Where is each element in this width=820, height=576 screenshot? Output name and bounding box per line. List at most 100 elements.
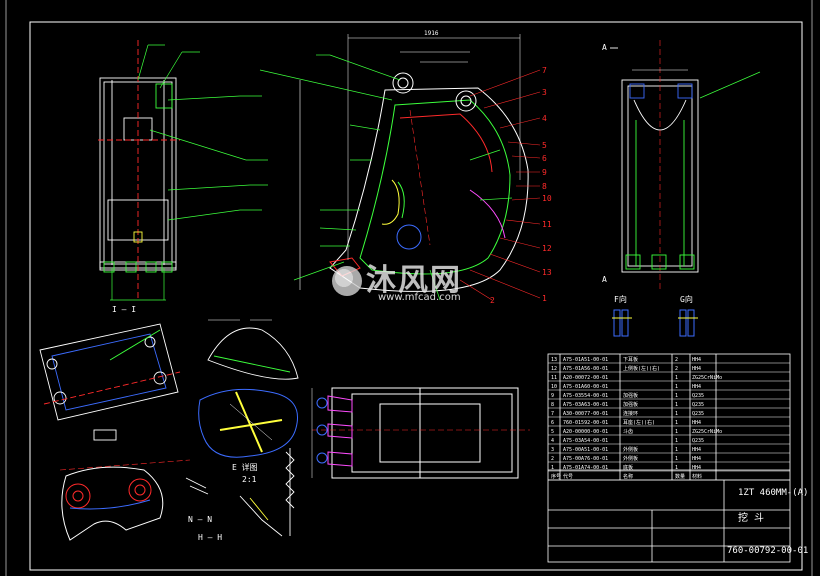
bom-cell-qty: 1 <box>675 384 678 390</box>
title-name: 1ZT 460MM-(A) <box>738 488 808 498</box>
bom-cell-no: 6 <box>551 420 554 426</box>
section-a-top: A <box>602 43 607 52</box>
bom-cell-name: 外侧板 <box>623 455 638 462</box>
detail-lip <box>207 319 299 380</box>
bom-cell-name: 外侧板 <box>623 446 638 453</box>
bom-cell-mat: Q235 <box>692 393 704 399</box>
plan-view <box>311 387 530 479</box>
bom-cell-no: 13 <box>551 357 557 363</box>
bom-cell-mat: HH4 <box>692 420 701 426</box>
bom-cell-qty: 1 <box>675 447 678 453</box>
balloon-7: 7 <box>542 66 547 75</box>
hinge-iso-view <box>39 323 181 441</box>
bom-cell-mat: HH4 <box>692 456 701 462</box>
end-view <box>610 40 761 290</box>
bom-cell-name: 上侧板(左)(右) <box>623 365 660 372</box>
bom-cell-no: 7 <box>551 411 554 417</box>
bom-cell-mat: ZG25CrNiMo <box>692 375 722 381</box>
bom-cell-code: A75-00A51-00-01 <box>563 447 608 453</box>
section-ii: I — I <box>112 305 136 314</box>
bom-cell-code: A75-03554-00-01 <box>563 393 608 399</box>
bom-cell-no: 10 <box>551 384 557 390</box>
bom-cell-code: A75-01A56-00-01 <box>563 366 608 372</box>
bom-cell-code: A75-01A74-00-01 <box>563 465 608 471</box>
bom-cell-qty: 1 <box>675 393 678 399</box>
front-view <box>98 40 180 300</box>
bom-cell-name: 加强板 <box>623 392 638 399</box>
title-product: 挖 斗 <box>738 511 764 524</box>
section-nn: N — N <box>188 515 212 524</box>
bom-cell-qty: 1 <box>675 429 678 435</box>
bom-cell-code: A75-03A63-00-01 <box>563 402 608 408</box>
bom-cell-code: A75-03A54-00-01 <box>563 438 608 444</box>
bom-cell-qty: 1 <box>675 456 678 462</box>
bom-cell-name: 连接环 <box>623 410 638 417</box>
side-view <box>299 34 529 292</box>
bom-cell-code: A30-00077-00-01 <box>563 411 608 417</box>
bom-header-code: 代号 <box>563 473 573 480</box>
balloon-4: 4 <box>542 114 547 123</box>
dim-overall: 1916 <box>424 30 439 37</box>
bom-cell-code: A20-00072-00-01 <box>563 375 608 381</box>
watermark-logo-icon <box>332 266 362 296</box>
bom-cell-mat: HH4 <box>692 384 701 390</box>
bom-header-qty: 数量 <box>675 473 685 480</box>
bom-cell-mat: HH4 <box>692 357 701 363</box>
balloon-13: 13 <box>542 268 552 277</box>
balloon-6: 6 <box>542 154 547 163</box>
bom-cell-no: 2 <box>551 456 554 462</box>
bom-cell-mat: HH4 <box>692 366 701 372</box>
bom-cell-qty: 2 <box>675 357 678 363</box>
bom-cell-name: 耳座(左)(右) <box>623 419 655 426</box>
bom-cell-mat: HH4 <box>692 447 701 453</box>
bom-cell-code: A75-00A76-00-01 <box>563 456 608 462</box>
section-hh: H — H <box>198 533 222 542</box>
bom-cell-no: 4 <box>551 438 554 444</box>
bom-cell-no: 12 <box>551 366 557 372</box>
view-f-g <box>612 309 698 337</box>
bom-cell-code: A75-01A60-00-01 <box>563 384 608 390</box>
bom-cell-qty: 1 <box>675 402 678 408</box>
detail-e-scale: 2:1 <box>242 475 257 484</box>
bom-header-name: 名称 <box>623 473 633 480</box>
balloon-5: 5 <box>542 141 547 150</box>
part-balloons: 73456981011121312 <box>490 66 552 305</box>
section-a-bottom: A <box>602 275 607 284</box>
bom-cell-no: 3 <box>551 447 554 453</box>
bom-cell-code: A75-01A51-00-01 <box>563 357 608 363</box>
detail-e-label: E 详图 <box>232 462 258 472</box>
bom-cell-mat: Q235 <box>692 411 704 417</box>
view-g-label: G向 <box>680 294 693 304</box>
balloon-1: 1 <box>542 294 547 303</box>
drawing-number: 760-00792-00-01 <box>727 546 808 556</box>
bom-cell-qty: 1 <box>675 420 678 426</box>
balloon-8: 8 <box>542 182 547 191</box>
bom-cell-no: 8 <box>551 402 554 408</box>
bom-cell-qty: 1 <box>675 375 678 381</box>
ear-plate-view <box>59 459 191 541</box>
bom-cell-code: A20-00000-00-01 <box>563 429 608 435</box>
balloon-11: 11 <box>542 220 552 229</box>
bom-cell-qty: 1 <box>675 411 678 417</box>
watermark-url: www.mfcad.com <box>378 292 461 303</box>
balloon-9: 9 <box>542 168 547 177</box>
bom-cell-mat: HH4 <box>692 465 701 471</box>
detail-e <box>198 388 298 458</box>
bom-header-mat: 材料 <box>692 473 702 480</box>
balloon-10: 10 <box>542 194 552 203</box>
bom-cell-name: 加强板 <box>623 401 638 408</box>
bom-cell-qty: 1 <box>675 438 678 444</box>
bom-cell-name: 斗齿 <box>623 429 633 435</box>
balloon-12: 12 <box>542 244 552 253</box>
bom-cell-qty: 2 <box>675 366 678 372</box>
bom-cell-mat: Q235 <box>692 438 704 444</box>
bom-cell-no: 1 <box>551 465 554 471</box>
view-f-label: F向 <box>614 294 627 304</box>
bom-cell-code: 760-01592-00-01 <box>563 420 608 426</box>
bom-cell-name: 下耳板 <box>623 356 638 363</box>
bom-cell-mat: Q235 <box>692 402 704 408</box>
bom-cell-no: 5 <box>551 429 554 435</box>
bom-cell-qty: 1 <box>675 465 678 471</box>
bom-table: 13 A75-01A51-00-01 下耳板 2 HH412 A75-01A56-00-0… <box>551 356 722 480</box>
balloon-2: 2 <box>490 296 495 305</box>
